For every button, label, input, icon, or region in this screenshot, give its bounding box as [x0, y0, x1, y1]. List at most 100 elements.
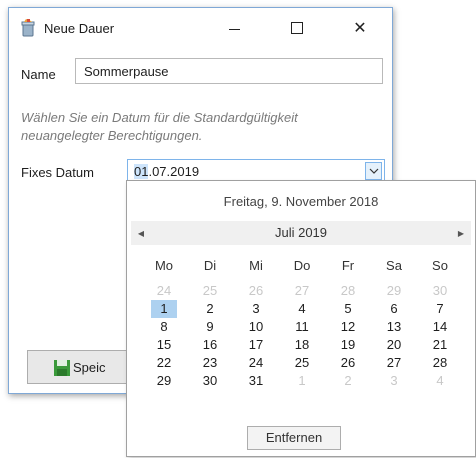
calendar-day[interactable]: 30	[187, 372, 233, 390]
calendar-day-number: 17	[248, 337, 264, 352]
calendar-day-number: 28	[432, 355, 448, 370]
date-value[interactable]: 01.07.2019	[134, 164, 199, 179]
close-button[interactable]: ✕	[337, 8, 383, 48]
calendar-day-number: 4	[298, 301, 306, 316]
calendar-day-number: 16	[202, 337, 218, 352]
calendar-day[interactable]: 31	[233, 372, 279, 390]
calendar-day-number: 13	[386, 319, 402, 334]
calendar-day[interactable]: 12	[325, 318, 371, 336]
maximize-button[interactable]	[274, 8, 320, 48]
calendar-day-selected[interactable]: 1	[141, 300, 187, 318]
window-title: Neue Dauer	[44, 21, 115, 36]
chevron-down-icon	[369, 168, 378, 174]
calendar-day[interactable]: 28	[325, 282, 371, 300]
today-label[interactable]: Freitag, 9. November 2018	[127, 194, 475, 209]
calendar-day[interactable]: 29	[371, 282, 417, 300]
calendar-day[interactable]: 26	[325, 354, 371, 372]
calendar-day-number: 1	[151, 300, 177, 318]
calendar-day[interactable]: 11	[279, 318, 325, 336]
calendar-day-number: 27	[386, 355, 402, 370]
weekday-label: So	[432, 258, 448, 273]
month-label[interactable]: Juli 2019	[131, 225, 471, 240]
calendar-day[interactable]: 27	[371, 354, 417, 372]
arrow-right-icon: ▶	[457, 228, 465, 238]
calendar-day[interactable]: 7	[417, 300, 463, 318]
calendar-day-number: 28	[340, 283, 356, 298]
calendar-day-number: 2	[344, 373, 352, 388]
maximize-icon	[291, 22, 303, 34]
calendar-day[interactable]: 29	[141, 372, 187, 390]
calendar-day-number: 26	[340, 355, 356, 370]
weekday-label: Mi	[249, 258, 263, 273]
calendar-day-number: 29	[156, 373, 172, 388]
day-grid: 24 25 26 27 28 29 30 1 2 3 4 5 6 7 8 9 10 11 12 13 14 15 16 17 1…	[141, 282, 463, 390]
calendar-day-number: 30	[432, 283, 448, 298]
remove-button[interactable]: Entfernen	[247, 426, 341, 450]
weekday-label: Do	[293, 258, 311, 273]
calendar-day[interactable]: 28	[417, 354, 463, 372]
calendar-day-number: 6	[390, 301, 398, 316]
minimize-button[interactable]	[211, 8, 257, 48]
calendar-day[interactable]: 22	[141, 354, 187, 372]
month-header: ◀ Juli 2019 ▶	[131, 221, 471, 245]
calendar-day[interactable]: 14	[417, 318, 463, 336]
calendar-day[interactable]: 10	[233, 318, 279, 336]
calendar-day[interactable]: 6	[371, 300, 417, 318]
calendar-day-number: 3	[252, 301, 260, 316]
calendar-day[interactable]: 4	[417, 372, 463, 390]
calendar-day[interactable]: 26	[233, 282, 279, 300]
calendar-day-number: 24	[156, 283, 172, 298]
calendar-day-number: 24	[248, 355, 264, 370]
calendar-day-number: 10	[248, 319, 264, 334]
name-input[interactable]: Sommerpause	[75, 58, 383, 84]
calendar-day[interactable]: 2	[325, 372, 371, 390]
calendar-day[interactable]: 24	[141, 282, 187, 300]
calendar-day[interactable]: 30	[417, 282, 463, 300]
calendar-day-number: 22	[156, 355, 172, 370]
calendar-day-number: 26	[248, 283, 264, 298]
calendar-day[interactable]: 1	[279, 372, 325, 390]
calendar-day[interactable]: 3	[371, 372, 417, 390]
calendar-day[interactable]: 3	[233, 300, 279, 318]
calendar-day-number: 23	[202, 355, 218, 370]
title-bar[interactable]: Neue Dauer ✕	[9, 8, 392, 48]
date-dropdown-button[interactable]	[365, 162, 382, 180]
fixed-date-label: Fixes Datum	[21, 165, 94, 180]
name-label: Name	[21, 67, 56, 82]
next-month-button[interactable]: ▶	[451, 221, 471, 245]
calendar-day-number: 9	[206, 319, 214, 334]
date-value-selected-part: 01	[134, 164, 149, 179]
floppy-disk-icon	[53, 359, 71, 377]
calendar-day[interactable]: 4	[279, 300, 325, 318]
calendar-day-number: 31	[248, 373, 264, 388]
calendar-day-number: 21	[432, 337, 448, 352]
calendar-day[interactable]: 27	[279, 282, 325, 300]
calendar-day[interactable]: 18	[279, 336, 325, 354]
save-button-label: Speic	[73, 360, 106, 375]
calendar-popup: Freitag, 9. November 2018 ◀ Juli 2019 ▶ …	[126, 180, 476, 457]
weekday-label: Di	[203, 258, 217, 273]
calendar-day[interactable]: 24	[233, 354, 279, 372]
calendar-day[interactable]: 9	[187, 318, 233, 336]
calendar-day[interactable]: 16	[187, 336, 233, 354]
calendar-day-number: 19	[340, 337, 356, 352]
weekday-label: Sa	[386, 258, 402, 273]
calendar-day[interactable]: 20	[371, 336, 417, 354]
calendar-day-number: 20	[386, 337, 402, 352]
calendar-day-number: 25	[294, 355, 310, 370]
calendar-day[interactable]: 25	[187, 282, 233, 300]
calendar-day-number: 27	[294, 283, 310, 298]
calendar-day[interactable]: 19	[325, 336, 371, 354]
calendar-day[interactable]: 5	[325, 300, 371, 318]
calendar-day[interactable]: 8	[141, 318, 187, 336]
calendar-day[interactable]: 23	[187, 354, 233, 372]
calendar-day[interactable]: 2	[187, 300, 233, 318]
calendar-day[interactable]: 21	[417, 336, 463, 354]
calendar-day[interactable]: 13	[371, 318, 417, 336]
calendar-day[interactable]: 17	[233, 336, 279, 354]
calendar-day-number: 5	[344, 301, 352, 316]
trash-bin-icon	[19, 19, 37, 37]
calendar-day[interactable]: 25	[279, 354, 325, 372]
calendar-day-number: 7	[436, 301, 444, 316]
calendar-day[interactable]: 15	[141, 336, 187, 354]
